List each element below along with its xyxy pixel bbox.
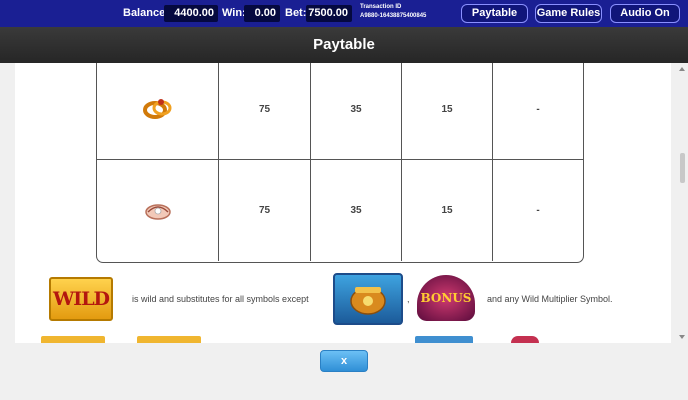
footer: x [0,343,688,400]
symbol-cell [97,160,219,261]
symbol-cell [97,63,219,159]
seashell-icon [144,203,171,220]
scroll-up-icon[interactable] [679,67,685,71]
game-rules-button[interactable]: Game Rules [535,4,602,23]
transaction-label: Transaction ID [360,4,402,10]
payout-cell: 75 [219,63,311,159]
win-value: 0.00 [244,5,280,22]
gold-ring-icon [142,99,171,119]
wild-description: WILD is wild and substitutes for all sym… [15,273,671,333]
payout-cell: - [536,205,540,216]
paytable-content: 75 35 15 - 75 35 15 - WILD is wild and s… [15,63,671,343]
treasure-pot-icon [333,273,403,325]
bet-label: Bet: [285,7,307,19]
balance-value: 4400.00 [164,5,218,22]
payout-cell: 75 [219,160,311,261]
scroll-thumb[interactable] [680,153,685,183]
table-row: 75 35 15 - [97,160,583,261]
scroll-down-icon[interactable] [679,335,685,339]
page-title: Paytable [0,27,688,63]
payout-cell: 35 [311,63,402,159]
win-label: Win: [222,7,246,19]
payout-cell: - [536,103,540,115]
top-status-bar: Balance: 4400.00 Win: 0.00 Bet: 7500.00 … [0,0,688,27]
bet-value: 7500.00 [306,5,352,22]
close-button[interactable]: x [320,350,368,372]
paytable-button[interactable]: Paytable [461,4,528,23]
payout-cell: 35 [311,160,402,261]
audio-toggle-button[interactable]: Audio On [610,4,680,23]
symbol-thumbnail [415,336,473,343]
table-row: 75 35 15 - [97,63,583,160]
wild-description-suffix: and any Wild Multiplier Symbol. [487,294,613,304]
balance-label: Balance: [123,7,169,19]
separator-text: , [407,294,410,304]
transaction-info: Transaction ID A9880-16438875400845 [360,3,426,21]
payout-cell: 15 [402,160,493,261]
wild-multiplier-symbol [41,336,105,343]
paytable-table: 75 35 15 - 75 35 15 - [96,63,584,263]
bonus-symbol: BONUS [417,275,475,321]
wild-multiplier-symbol [137,336,201,343]
symbol-thumbnail [511,336,539,343]
payout-cell: 15 [402,63,493,159]
wild-description-text: is wild and substitutes for all symbols … [132,294,309,304]
scrollbar[interactable] [678,63,688,343]
transaction-id: A9880-16438875400845 [360,13,427,19]
wild-symbol: WILD [49,277,113,321]
